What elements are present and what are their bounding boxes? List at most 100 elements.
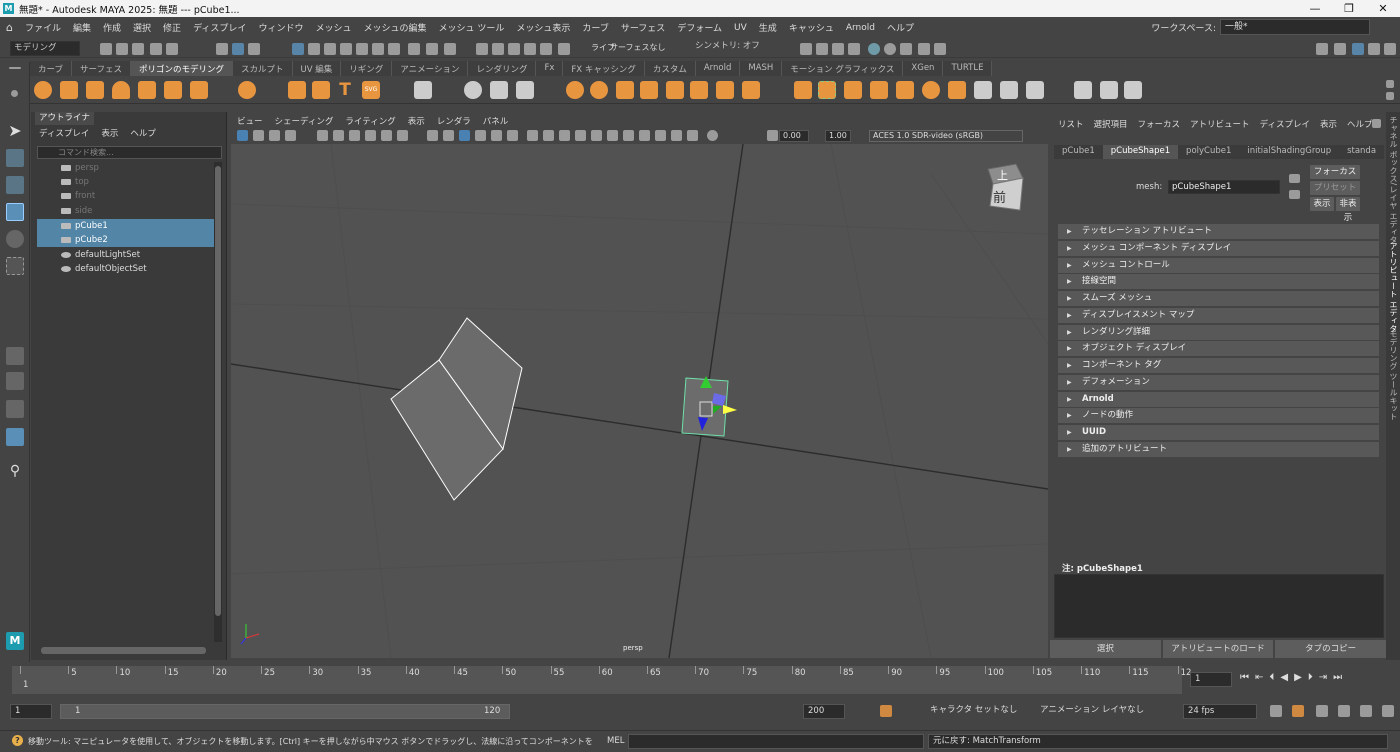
smooth-shade-icon[interactable] xyxy=(443,130,454,141)
menu-curves[interactable]: カーブ xyxy=(582,21,608,34)
live-surface-value[interactable]: サーフェスなし xyxy=(610,42,666,53)
poly-disc-icon[interactable] xyxy=(190,81,208,99)
current-frame-input[interactable]: 1 xyxy=(1190,672,1232,687)
poly-count-icon[interactable] xyxy=(414,81,432,99)
section-mesh-component-display[interactable]: メッシュ コンポーネント ディスプレイ xyxy=(1058,241,1379,256)
ae-tab-standard-surface[interactable]: standa xyxy=(1339,145,1384,159)
new-scene-icon[interactable] xyxy=(100,43,112,55)
viewport-menu-panels[interactable]: パネル xyxy=(483,115,509,127)
outliner-item-front[interactable]: front xyxy=(37,189,214,203)
depth-of-field-icon[interactable] xyxy=(575,130,586,141)
ae-menu-list[interactable]: リスト xyxy=(1058,118,1084,130)
shelf-tab-rigging[interactable]: リギング xyxy=(341,61,393,76)
range-slider-bar[interactable]: 1 120 xyxy=(60,704,510,719)
ae-menu-display[interactable]: ディスプレイ xyxy=(1260,118,1310,130)
section-tessellation[interactable]: テッセレーション アトリビュート xyxy=(1058,224,1379,239)
character-set-dropdown[interactable]: キャラクタ セットなし xyxy=(926,704,1026,719)
menu-deform[interactable]: デフォーム xyxy=(677,21,722,34)
maximize-button[interactable]: ❐ xyxy=(1332,0,1366,17)
multi-cut-icon[interactable] xyxy=(922,81,940,99)
outliner-menu-display[interactable]: ディスプレイ xyxy=(39,127,89,139)
paint-select-tool-icon[interactable] xyxy=(6,176,24,194)
snap-surface-icon[interactable] xyxy=(340,43,352,55)
side-tab-modeling-toolkit[interactable]: モデリング ツールキット xyxy=(1388,330,1399,421)
wireframe-icon[interactable] xyxy=(427,130,438,141)
menu-select[interactable]: 選択 xyxy=(133,21,151,34)
render-settings-icon[interactable] xyxy=(558,43,570,55)
side-by-side-layout-icon[interactable] xyxy=(6,400,24,418)
menu-uv[interactable]: UV xyxy=(734,23,747,33)
go-to-output-icon[interactable] xyxy=(1289,190,1300,199)
single-perspective-layout-icon[interactable] xyxy=(6,347,24,365)
section-node-behavior[interactable]: ノードの動作 xyxy=(1058,408,1379,423)
menu-mesh-display[interactable]: メッシュ表示 xyxy=(516,21,570,34)
outliner-tab[interactable]: アウトライナ xyxy=(35,112,94,125)
merge-icon[interactable] xyxy=(974,81,992,99)
ae-menu-help[interactable]: ヘルプ xyxy=(1347,118,1373,130)
symmetry-dropdown[interactable]: シンメトリ: オフ xyxy=(692,40,762,55)
hide-button[interactable]: 非表示 xyxy=(1336,197,1360,223)
mesh-name-input[interactable]: pCubeShape1 xyxy=(1168,180,1280,194)
section-tangent-space[interactable]: 接線空間 xyxy=(1058,274,1379,289)
ae-load-attributes-button[interactable]: アトリビュートのロード xyxy=(1162,640,1274,658)
bookmark-icon[interactable] xyxy=(269,130,280,141)
undo-icon[interactable] xyxy=(150,43,162,55)
shelf-tab-animation[interactable]: アニメーション xyxy=(392,61,469,76)
rotate-tool-icon[interactable] xyxy=(6,230,24,248)
four-view-layout-icon[interactable] xyxy=(6,372,24,390)
boolean-icon[interactable] xyxy=(640,81,658,99)
output-ops-icon[interactable] xyxy=(508,43,520,55)
section-render-stats[interactable]: レンダリング詳細 xyxy=(1058,325,1379,340)
input-ops-icon[interactable] xyxy=(492,43,504,55)
extract-icon[interactable] xyxy=(690,81,708,99)
section-arnold[interactable]: Arnold xyxy=(1058,392,1379,407)
mirror-icon[interactable] xyxy=(666,81,684,99)
shelf-settings-icon[interactable] xyxy=(11,90,18,97)
menu-arnold[interactable]: Arnold xyxy=(846,23,875,33)
ae-tab-pcubeshape1[interactable]: pCubeShape1 xyxy=(1102,145,1179,159)
shelf-tab-mash[interactable]: MASH xyxy=(740,61,783,76)
render-ops-icon[interactable] xyxy=(524,43,536,55)
shelf-tab-fx[interactable]: Fx xyxy=(536,61,564,76)
arnold-ipr-icon[interactable] xyxy=(900,43,912,55)
presets-button[interactable]: プリセット xyxy=(1310,181,1360,195)
save-scene-icon[interactable] xyxy=(132,43,144,55)
shelf-tab-sculpting[interactable]: スカルプト xyxy=(233,61,293,76)
shelf-tab-surfaces[interactable]: サーフェス xyxy=(72,61,131,76)
poly-plane-icon[interactable] xyxy=(164,81,182,99)
snap-point-icon[interactable] xyxy=(324,43,336,55)
anti-aliasing-icon[interactable] xyxy=(559,130,570,141)
menu-display[interactable]: ディスプレイ xyxy=(193,21,246,34)
magnet-icon[interactable] xyxy=(408,43,420,55)
workspace-dropdown[interactable]: 一般* xyxy=(1220,19,1370,35)
append-polygon-icon[interactable] xyxy=(870,81,888,99)
step-icon[interactable] xyxy=(1316,705,1328,717)
menu-mesh-tools[interactable]: メッシュ ツール xyxy=(438,21,504,34)
time-slider-track[interactable]: 1 5 10 15 20 25 30 35 40 45 50 55 60 65 70 75 80 85 90 95 10… xyxy=(12,666,1191,694)
shelf-tab-custom[interactable]: カスタム xyxy=(644,61,696,76)
ae-menu-show[interactable]: 表示 xyxy=(1320,118,1337,130)
shelf-menu-icon[interactable] xyxy=(9,67,21,69)
poly-sphere-icon[interactable] xyxy=(34,81,52,99)
notes-textarea[interactable] xyxy=(1054,574,1384,638)
display-toggle-icon[interactable] xyxy=(655,130,666,141)
menu-generate[interactable]: 生成 xyxy=(759,21,777,34)
snap-vertex-icon[interactable] xyxy=(388,43,400,55)
go-to-input-icon[interactable] xyxy=(1289,174,1300,183)
animation-end-input[interactable]: 200 xyxy=(803,704,845,719)
render-ipr-icon[interactable] xyxy=(540,43,552,55)
shelf-tab-fx-caching[interactable]: FX キャッシング xyxy=(563,61,645,76)
select-tool-icon[interactable]: ➤ xyxy=(6,122,24,140)
ae-copy-tab-button[interactable]: タブのコピー xyxy=(1275,640,1387,658)
grid-icon[interactable] xyxy=(333,130,344,141)
shelf-tab-xgen[interactable]: XGen xyxy=(903,61,944,76)
minimize-button[interactable]: — xyxy=(1298,0,1332,17)
modeling-toolkit-icon[interactable] xyxy=(1316,43,1328,55)
target-weld-icon[interactable] xyxy=(948,81,966,99)
type-text-icon[interactable]: T xyxy=(336,81,354,99)
outliner-item-default-light-set[interactable]: defaultLightSet xyxy=(37,248,214,262)
loop-icon[interactable] xyxy=(1270,705,1282,717)
close-button[interactable]: ✕ xyxy=(1366,0,1400,17)
insert-edge-loop-icon[interactable] xyxy=(896,81,914,99)
ae-tab-pcube1[interactable]: pCube1 xyxy=(1054,145,1103,159)
